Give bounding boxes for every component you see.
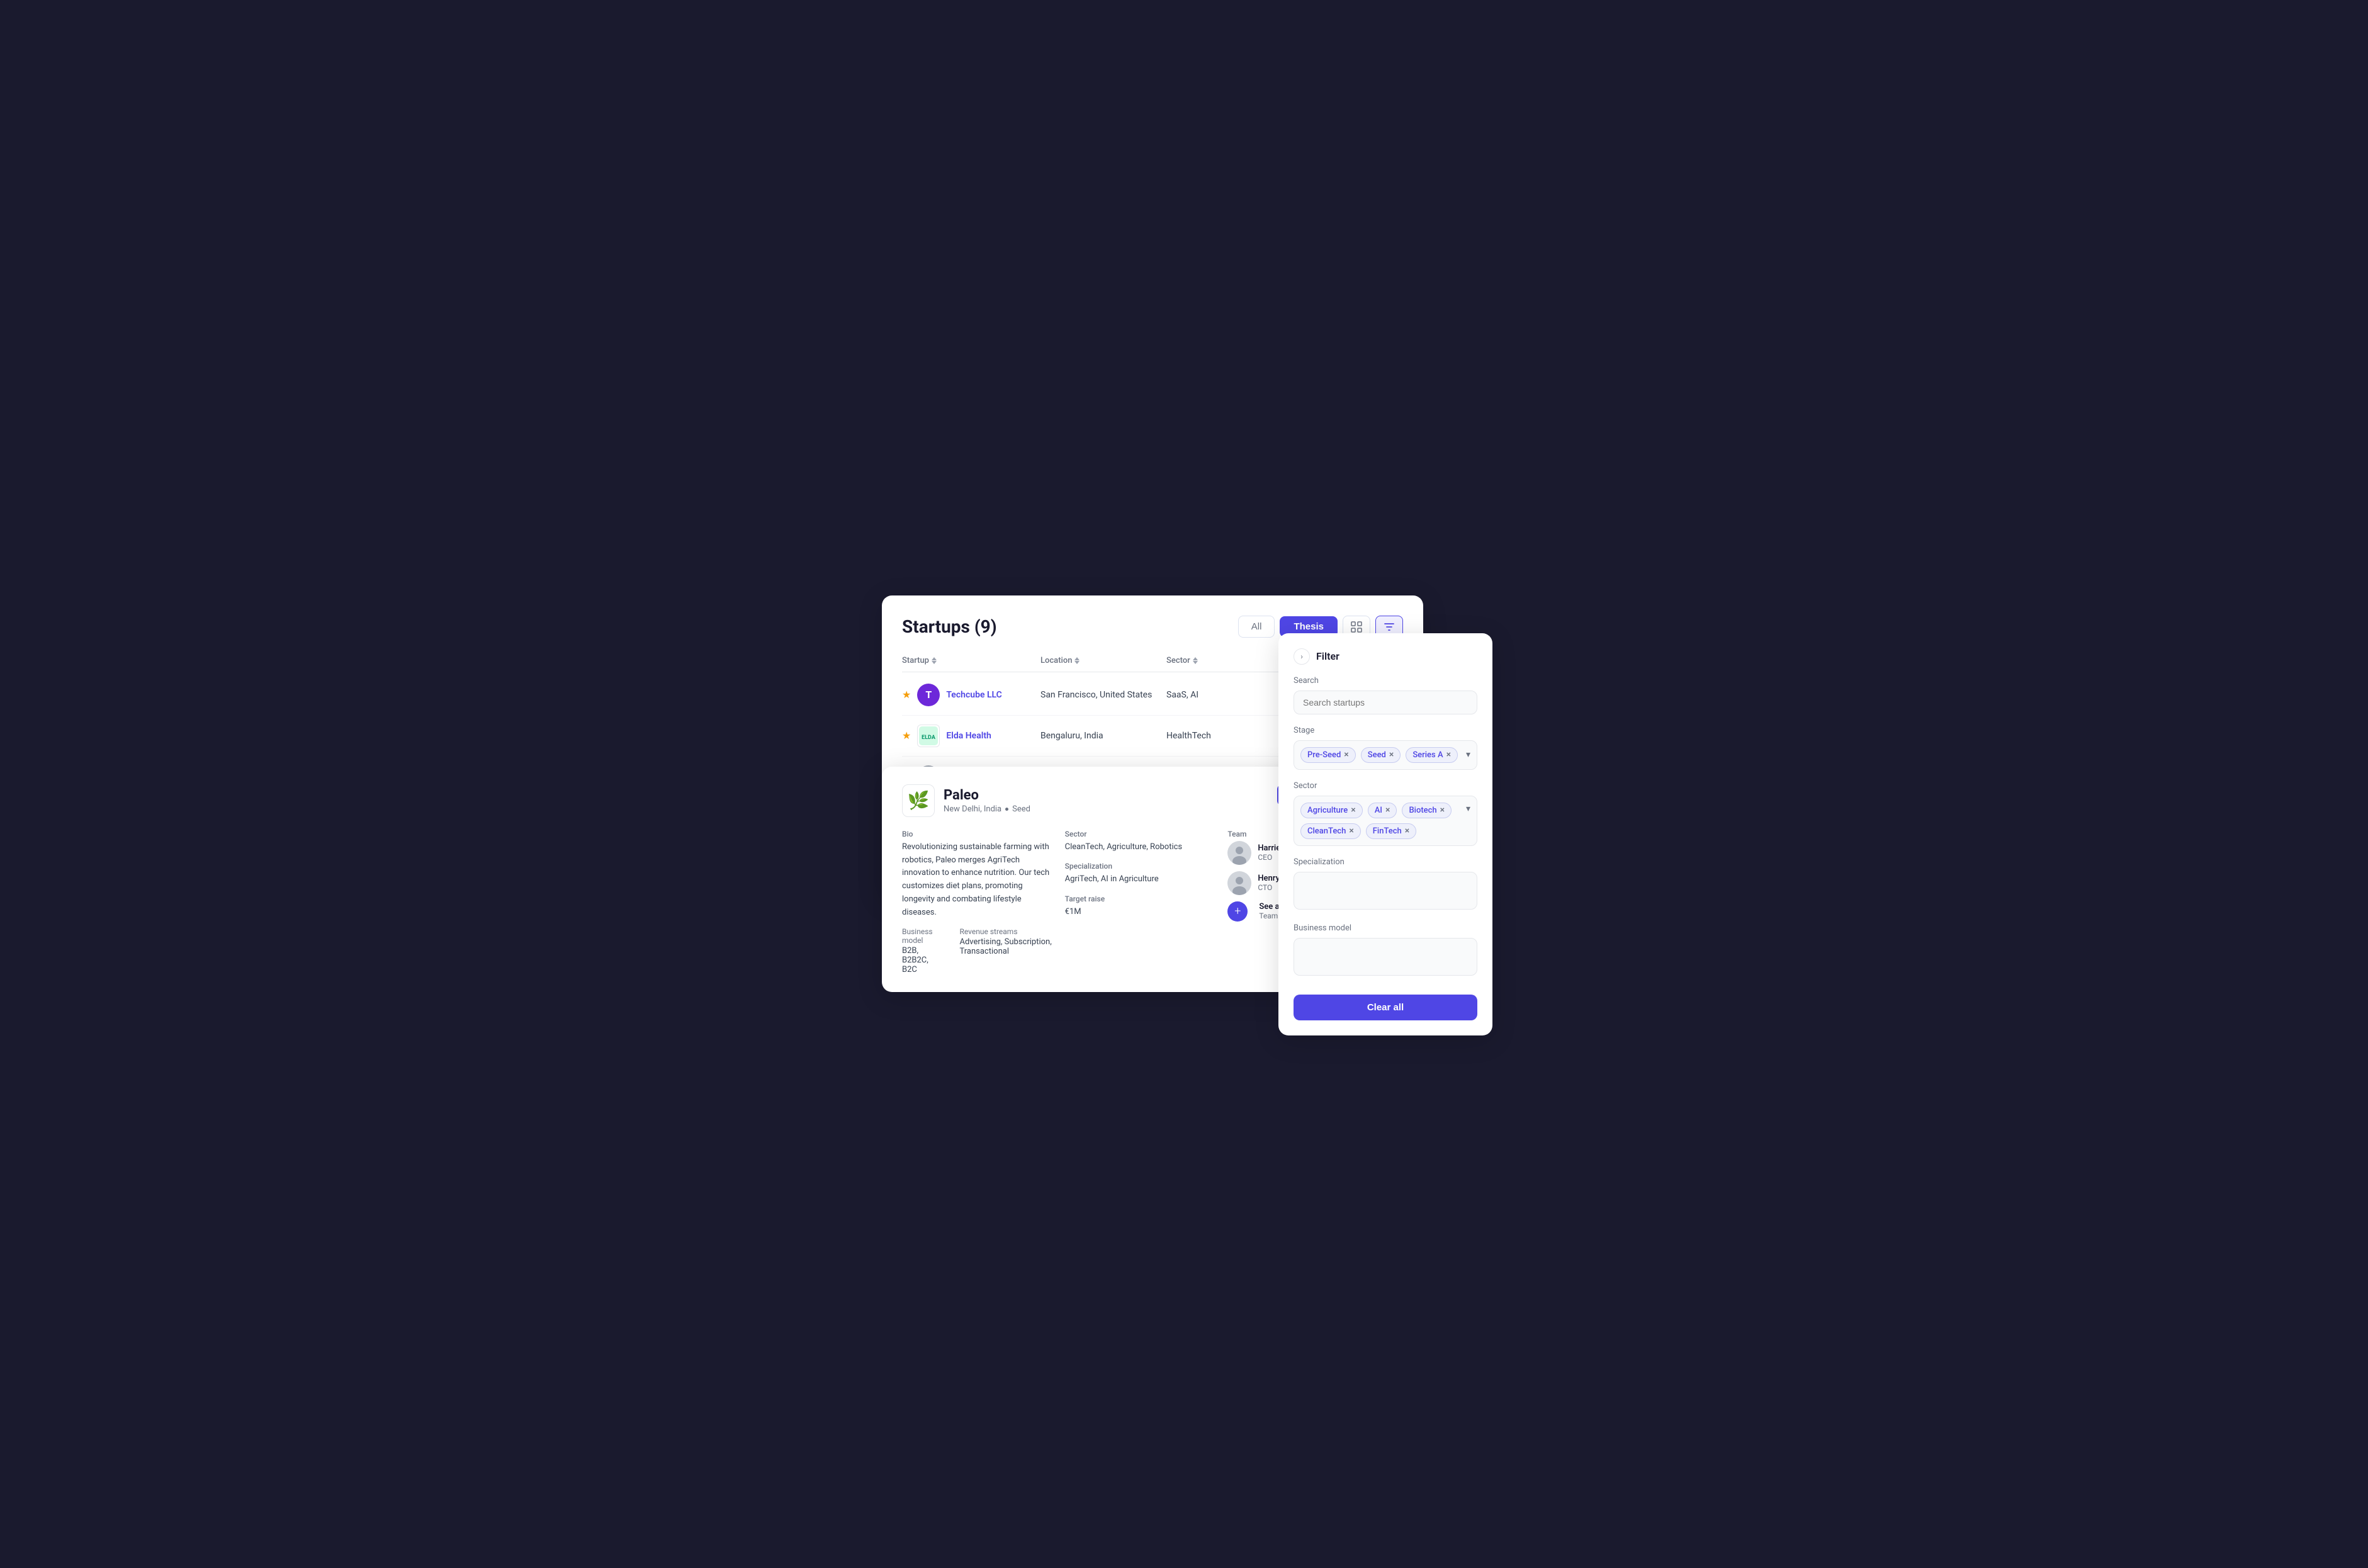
business-model-input[interactable] — [1294, 938, 1477, 976]
filter-search-section: Search — [1294, 676, 1477, 714]
filter-stage-label: Stage — [1294, 726, 1477, 735]
remove-preseed[interactable]: × — [1344, 750, 1348, 759]
startup-name[interactable]: Elda Health — [946, 731, 991, 741]
stage-tags-container: Pre-Seed × Seed × Series A × ▾ — [1294, 740, 1477, 770]
specialization-label: Specialization — [1065, 862, 1215, 871]
bio-section: Bio Revolutionizing sustainable farming … — [902, 830, 1052, 974]
tag-biotech[interactable]: Biotech × — [1402, 803, 1452, 818]
detail-company-name: Paleo — [944, 787, 1030, 803]
business-model-label: Business model — [902, 927, 942, 945]
filter-header: › Filter — [1294, 648, 1477, 665]
stage-dropdown-arrow[interactable]: ▾ — [1466, 750, 1470, 760]
filter-collapse-button[interactable]: › — [1294, 648, 1310, 665]
target-raise-label: Target raise — [1065, 894, 1215, 903]
specialization-input[interactable] — [1294, 872, 1477, 910]
detail-company-logo: 🌿 — [902, 784, 935, 817]
remove-fintech[interactable]: × — [1405, 826, 1409, 835]
filter-icon — [1384, 621, 1395, 633]
tag-fintech[interactable]: FinTech × — [1366, 823, 1416, 839]
filter-panel: › Filter Search Stage Pre-Seed × Seed × … — [1278, 633, 1492, 1035]
revenue-streams-label: Revenue streams — [959, 927, 1052, 936]
startup-name[interactable]: Techcube LLC — [946, 690, 1001, 700]
team-avatar-henry — [1227, 871, 1251, 895]
sort-location-icon[interactable] — [1074, 657, 1080, 664]
business-model-value: B2B, B2B2C, B2C — [902, 946, 942, 974]
target-raise-value: €1M — [1065, 906, 1215, 918]
revenue-streams-value: Advertising, Subscription, Transactional — [959, 937, 1052, 956]
tag-ai[interactable]: AI × — [1368, 803, 1397, 818]
grid-icon — [1351, 621, 1362, 633]
remove-biotech[interactable]: × — [1440, 806, 1445, 815]
sort-sector-icon[interactable] — [1193, 657, 1198, 664]
tag-seed[interactable]: Seed × — [1361, 747, 1401, 763]
team-avatar-harriet — [1227, 841, 1251, 865]
filter-sector-section: Sector Agriculture × AI × Biotech × ▾ Cl… — [1294, 781, 1477, 846]
detail-logo-area: 🌿 Paleo New Delhi, India Seed — [902, 784, 1030, 817]
sector-label: Sector — [1065, 830, 1215, 838]
bio-label: Bio — [902, 830, 1052, 838]
remove-series-a[interactable]: × — [1446, 750, 1451, 759]
filter-title: Filter — [1316, 650, 1339, 662]
location-cell: Bengaluru, India — [1040, 731, 1166, 741]
tag-cleantech[interactable]: CleanTech × — [1300, 823, 1361, 839]
detail-meta: New Delhi, India Seed — [944, 804, 1030, 814]
startup-cell: ★ ELDA Elda Health — [902, 725, 1040, 747]
filter-search-label: Search — [1294, 676, 1477, 685]
filter-business-model-label: Business model — [1294, 923, 1477, 933]
remove-cleantech[interactable]: × — [1349, 826, 1353, 835]
star-icon[interactable]: ★ — [902, 689, 911, 701]
sector-dropdown-arrow[interactable]: ▾ — [1466, 804, 1470, 814]
filter-specialization-section: Specialization — [1294, 857, 1477, 912]
filter-business-model-section: Business model — [1294, 923, 1477, 978]
remove-agriculture[interactable]: × — [1351, 806, 1355, 815]
filter-specialization-label: Specialization — [1294, 857, 1477, 867]
specialization-value: AgriTech, AI in Agriculture — [1065, 873, 1215, 886]
sector-section: Sector CleanTech, Agriculture, Robotics … — [1065, 830, 1215, 974]
tag-preseed[interactable]: Pre-Seed × — [1300, 747, 1356, 763]
svg-text:ELDA: ELDA — [922, 735, 936, 741]
tag-series-a[interactable]: Series A × — [1406, 747, 1458, 763]
page-title: Startups (9) — [902, 616, 997, 637]
col-startup: Startup — [902, 656, 1040, 665]
bio-text: Revolutionizing sustainable farming with… — [902, 841, 1052, 920]
col-location: Location — [1040, 656, 1166, 665]
all-button[interactable]: All — [1238, 616, 1275, 638]
sort-startup-icon[interactable] — [932, 657, 937, 664]
startup-cell: ★ T Techcube LLC — [902, 684, 1040, 706]
avatar: T — [917, 684, 940, 706]
remove-seed[interactable]: × — [1389, 750, 1394, 759]
dot-separator — [1005, 808, 1008, 811]
business-info: Business model B2B, B2B2C, B2C Revenue s… — [902, 927, 1052, 974]
tag-agriculture[interactable]: Agriculture × — [1300, 803, 1363, 818]
sector-tags-container: Agriculture × AI × Biotech × ▾ CleanTech… — [1294, 796, 1477, 846]
see-all-button[interactable]: + — [1227, 901, 1248, 922]
filter-stage-section: Stage Pre-Seed × Seed × Series A × ▾ — [1294, 726, 1477, 770]
remove-ai[interactable]: × — [1385, 806, 1390, 815]
search-input[interactable] — [1294, 691, 1477, 714]
filter-sector-label: Sector — [1294, 781, 1477, 791]
clear-all-button[interactable]: Clear all — [1294, 995, 1477, 1020]
star-icon[interactable]: ★ — [902, 730, 911, 742]
location-cell: San Francisco, United States — [1040, 690, 1166, 700]
avatar: ELDA — [917, 725, 940, 747]
sector-value: CleanTech, Agriculture, Robotics — [1065, 841, 1215, 854]
